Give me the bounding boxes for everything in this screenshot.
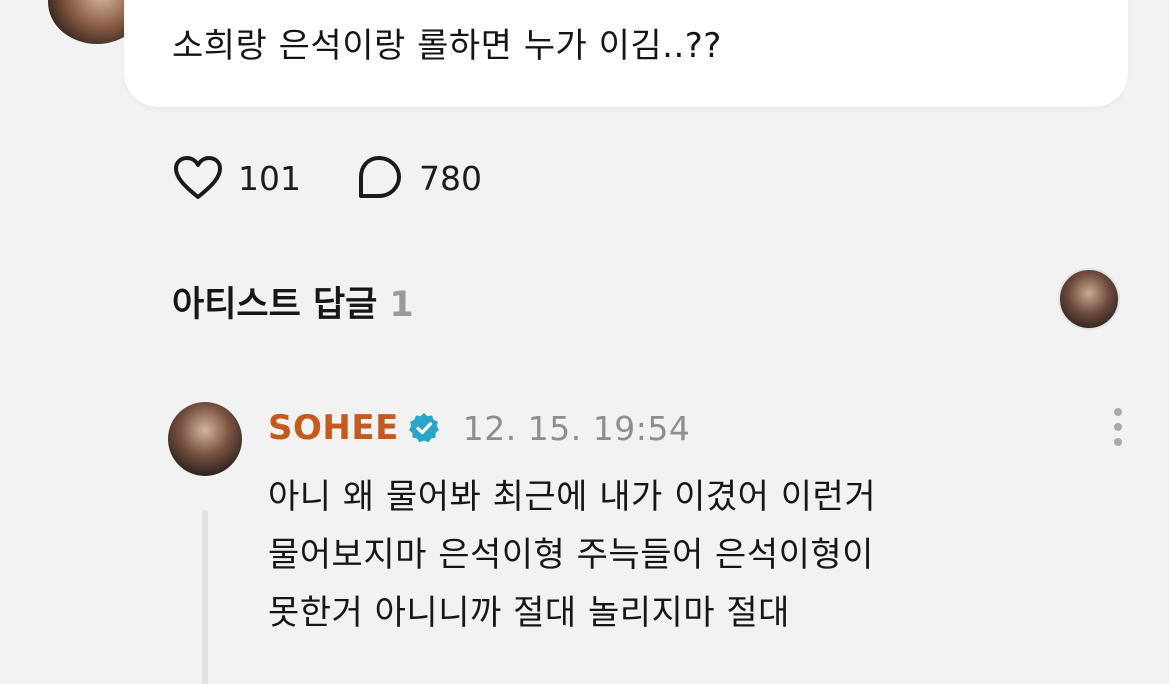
more-dot (1114, 423, 1122, 431)
screen: 소희랑 은석이랑 롤하면 누가 이김..?? 101 780 아티스트 답글 1 (0, 0, 1169, 684)
more-options-button[interactable] (1104, 404, 1132, 450)
more-dot (1114, 438, 1122, 446)
reply-line: 아니 왜 물어봐 최근에 내가 이겼어 이런거 (268, 477, 877, 517)
reply-author-name[interactable]: SOHEE (268, 408, 399, 448)
comment-count: 780 (419, 158, 482, 198)
like-button[interactable]: 101 (172, 152, 301, 204)
more-vertical-icon (1114, 408, 1122, 416)
comment-button[interactable]: 780 (353, 152, 482, 204)
reply-header: SOHEE 12. 15. 19:54 (268, 404, 690, 452)
verified-badge-icon (407, 411, 441, 445)
artist-replies-count: 1 (389, 285, 414, 325)
thread-line (202, 510, 208, 684)
like-count: 101 (238, 158, 301, 198)
reply-line: 못한거 아니니까 절대 놀리지마 절대 (268, 593, 790, 633)
reply-author-avatar[interactable] (168, 402, 242, 476)
reply-line: 물어보지마 은석이형 주늑들어 은석이형이 (268, 535, 874, 575)
reply-text: 아니 왜 물어봐 최근에 내가 이겼어 이런거 물어보지마 은석이형 주늑들어 … (268, 468, 1088, 642)
artist-replies-header: 아티스트 답글 1 (172, 276, 414, 327)
reply-timestamp: 12. 15. 19:54 (462, 408, 691, 448)
artist-avatar[interactable] (1058, 268, 1120, 330)
post-text: 소희랑 은석이랑 롤하면 누가 이김..?? (172, 26, 722, 66)
heart-icon[interactable] (172, 152, 224, 204)
post-actions: 101 780 (172, 152, 482, 204)
speech-bubble-icon[interactable] (353, 152, 405, 204)
artist-replies-title: 아티스트 답글 (172, 285, 378, 325)
